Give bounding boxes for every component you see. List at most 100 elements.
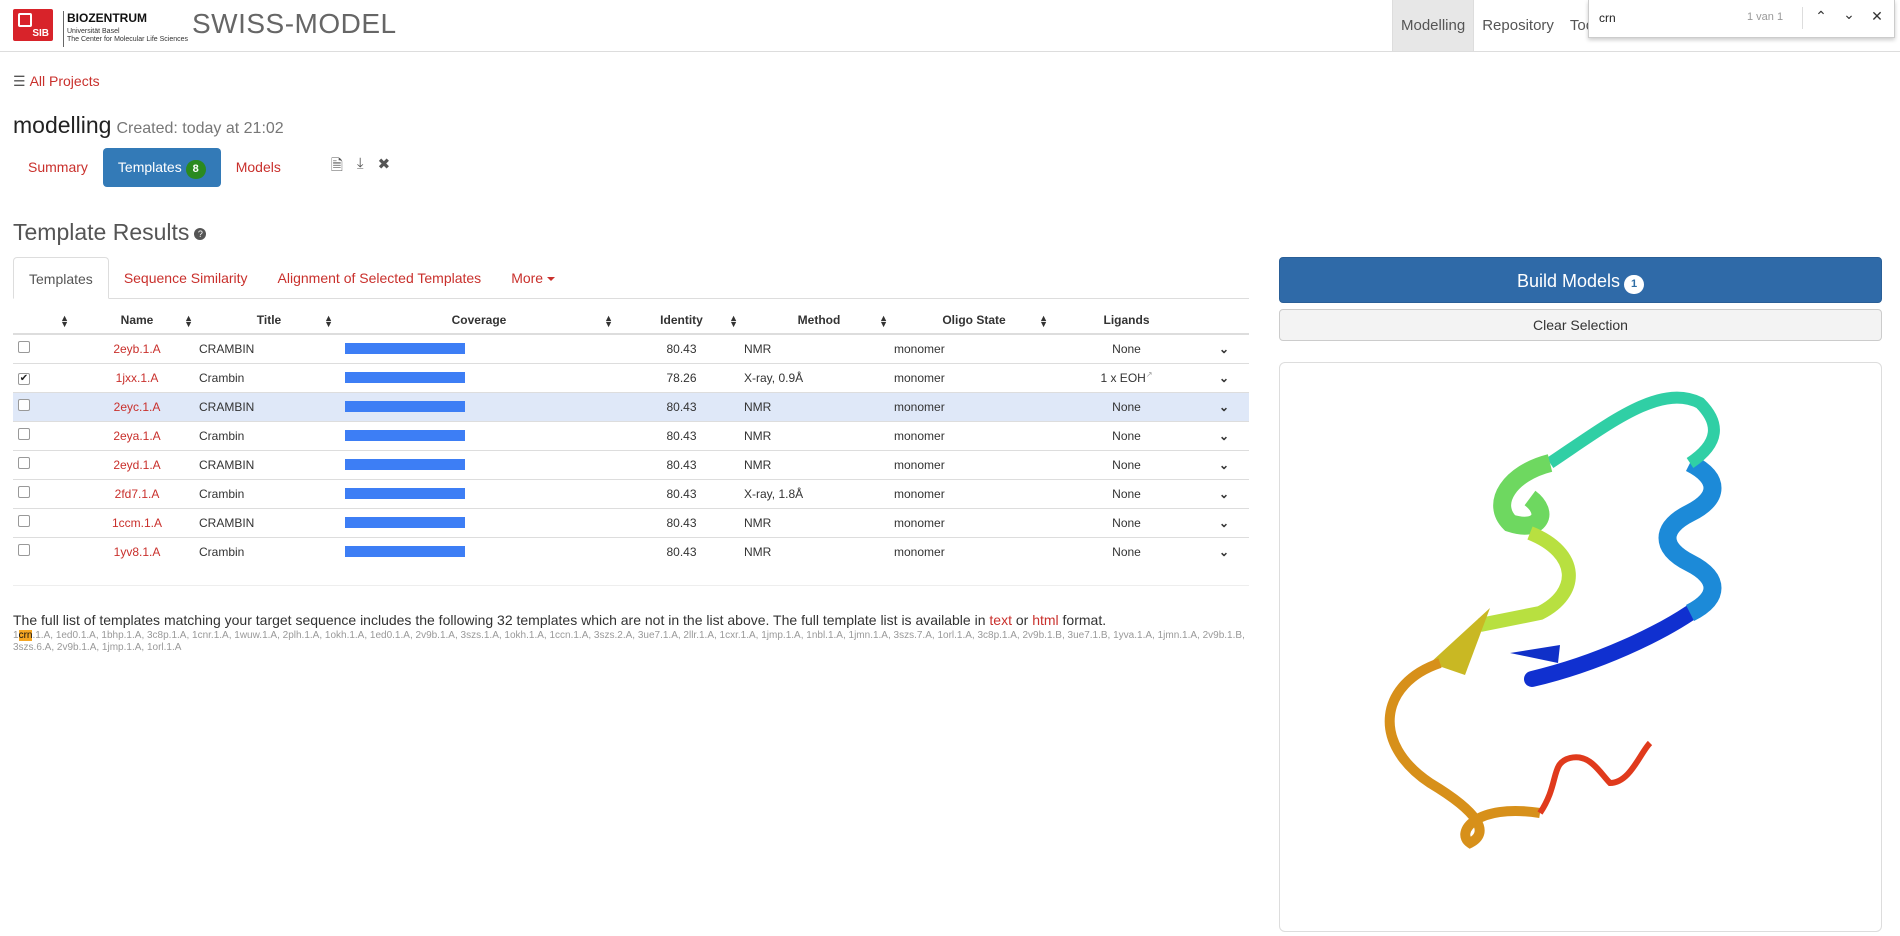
- col-title-label: Title: [256, 312, 282, 327]
- ligands-value: None: [1112, 428, 1141, 443]
- subtab-templates[interactable]: Templates: [13, 257, 109, 299]
- sort-icon: ▲ ▼: [184, 313, 193, 329]
- templates-table-body: 2eyb.1.A CRAMBIN 80.43 NMR monomer None ⌄ ✔ 1jxx…: [13, 333, 1249, 566]
- template-name-link[interactable]: 1yv8.1.A: [75, 536, 199, 566]
- chevron-down-icon[interactable]: ⌄: [1219, 429, 1229, 443]
- oligo-state-value: monomer: [894, 391, 1054, 421]
- subtab-more[interactable]: More: [496, 257, 570, 299]
- template-footnote: The full list of templates matching your…: [13, 585, 1249, 654]
- table-row[interactable]: 2fd7.1.A Crambin 80.43 X-ray, 1.8Å monomer No…: [13, 478, 1249, 508]
- chevron-down-icon[interactable]: ⌄: [1219, 458, 1229, 472]
- row-checkbox[interactable]: ✔: [18, 373, 30, 385]
- coverage-cell: [339, 536, 619, 566]
- identity-value: 78.26: [619, 362, 744, 392]
- col-name[interactable]: Name ▲ ▼: [75, 306, 199, 335]
- chevron-down-icon[interactable]: ⌄: [1219, 516, 1229, 530]
- build-count-badge: 1: [1624, 275, 1645, 294]
- all-projects-label: All Projects: [29, 73, 100, 89]
- template-name-link[interactable]: 1ccm.1.A: [75, 507, 199, 537]
- chevron-down-icon[interactable]: ⌄: [1219, 487, 1229, 501]
- coverage-bar: [345, 401, 465, 412]
- coverage-bar: [345, 517, 465, 528]
- external-link-icon[interactable]: ↗: [1146, 370, 1153, 379]
- table-row[interactable]: 2eya.1.A Crambin 80.43 NMR monomer None ⌄: [13, 420, 1249, 450]
- row-checkbox[interactable]: [18, 457, 30, 469]
- oligo-state-value: monomer: [894, 449, 1054, 479]
- find-next-icon[interactable]: ⌄: [1839, 6, 1859, 23]
- table-row[interactable]: 2eyc.1.A CRAMBIN 80.43 NMR monomer None ⌄: [13, 391, 1249, 421]
- main-nav: Modelling Repository Tool: [1392, 0, 1605, 51]
- ligands-value: None: [1112, 399, 1141, 414]
- text-format-link[interactable]: text: [989, 612, 1012, 628]
- table-row[interactable]: ✔ 1jxx.1.A Crambin 78.26 X-ray, 0.9Å monomer 1…: [13, 362, 1249, 392]
- subtab-alignment[interactable]: Alignment of Selected Templates: [263, 257, 497, 299]
- table-row[interactable]: 2eyd.1.A CRAMBIN 80.43 NMR monomer None ⌄: [13, 449, 1249, 479]
- find-prev-icon[interactable]: ⌃: [1811, 8, 1831, 25]
- col-identity-label: Identity: [660, 312, 703, 327]
- col-select[interactable]: ▲ ▼: [13, 306, 75, 335]
- row-checkbox[interactable]: [18, 341, 30, 354]
- clear-selection-button[interactable]: Clear Selection: [1279, 309, 1882, 341]
- chevron-down-icon[interactable]: ⌄: [1219, 400, 1229, 414]
- row-checkbox[interactable]: [18, 515, 30, 527]
- find-divider: [1802, 7, 1803, 29]
- chevron-down-icon[interactable]: ⌄: [1219, 371, 1229, 385]
- file-icon[interactable]: 🗎: [331, 155, 343, 180]
- table-row[interactable]: 2eyb.1.A CRAMBIN 80.43 NMR monomer None ⌄: [13, 333, 1249, 363]
- col-title[interactable]: Title ▲ ▼: [199, 306, 339, 335]
- template-name-link[interactable]: 2eyd.1.A: [75, 449, 199, 479]
- build-models-button[interactable]: Build Models 1: [1279, 257, 1882, 303]
- structure-viewer[interactable]: [1279, 362, 1882, 932]
- col-method-label: Method: [797, 312, 841, 327]
- delete-icon[interactable]: ✖: [378, 155, 391, 180]
- coverage-cell: [339, 449, 619, 479]
- col-identity[interactable]: Identity ▲ ▼: [619, 306, 744, 335]
- template-name-link[interactable]: 1jxx.1.A: [75, 362, 199, 392]
- ligands-cell: None: [1054, 333, 1199, 363]
- col-ligands[interactable]: Ligands: [1054, 306, 1199, 335]
- col-oligo-state[interactable]: Oligo State ▲ ▼: [894, 306, 1054, 335]
- help-icon[interactable]: ?: [194, 227, 207, 240]
- ligands-value: None: [1112, 457, 1141, 472]
- row-checkbox[interactable]: [18, 399, 30, 411]
- find-input[interactable]: crn: [1599, 11, 1616, 25]
- project-title: modelling Created: today at 21:02: [13, 112, 284, 139]
- html-format-link[interactable]: html: [1032, 612, 1058, 628]
- template-title: CRAMBIN: [199, 449, 339, 479]
- tab-models[interactable]: Models: [221, 148, 296, 187]
- template-name-link[interactable]: 2eyb.1.A: [75, 333, 199, 363]
- template-name-link[interactable]: 2eyc.1.A: [75, 391, 199, 421]
- ligands-cell: None: [1054, 478, 1199, 508]
- template-name-link[interactable]: 2eya.1.A: [75, 420, 199, 450]
- subtab-sequence-similarity[interactable]: Sequence Similarity: [109, 257, 263, 299]
- table-row[interactable]: 1yv8.1.A Crambin 80.43 NMR monomer None ⌄: [13, 536, 1249, 566]
- template-name-link[interactable]: 2fd7.1.A: [75, 478, 199, 508]
- download-icon[interactable]: ⤓: [357, 155, 364, 180]
- sib-logo[interactable]: SIB: [13, 9, 53, 41]
- tab-templates[interactable]: Templates 8: [102, 148, 221, 187]
- ligands-cell: None: [1054, 420, 1199, 450]
- coverage-bar: [345, 430, 465, 441]
- table-row[interactable]: 1ccm.1.A CRAMBIN 80.43 NMR monomer None ⌄: [13, 507, 1249, 537]
- biozentrum-logo[interactable]: BIOZENTRUM Universität Basel The Center …: [63, 11, 188, 47]
- row-checkbox[interactable]: [18, 544, 30, 557]
- row-checkbox-cell: [13, 507, 75, 537]
- find-close-icon[interactable]: ✕: [1867, 8, 1887, 25]
- row-checkbox[interactable]: [18, 428, 30, 440]
- oligo-state-value: monomer: [894, 420, 1054, 450]
- identity-value: 80.43: [619, 507, 744, 537]
- brand-title[interactable]: SWISS-MODEL: [192, 8, 397, 40]
- ligands-cell: None: [1054, 536, 1199, 566]
- col-method[interactable]: Method ▲ ▼: [744, 306, 894, 335]
- project-tools: 🗎 ⤓ ✖: [331, 155, 390, 180]
- sort-icon: ▲ ▼: [60, 313, 69, 329]
- row-checkbox[interactable]: [18, 486, 30, 498]
- tab-summary[interactable]: Summary: [13, 148, 103, 187]
- nav-repository[interactable]: Repository: [1474, 0, 1562, 51]
- chevron-down-icon[interactable]: ⌄: [1219, 545, 1229, 559]
- col-coverage[interactable]: Coverage ▲ ▼: [339, 306, 619, 335]
- chevron-down-icon[interactable]: ⌄: [1219, 342, 1229, 356]
- biozentrum-subtitle-2: The Center for Molecular Life Sciences: [67, 36, 188, 43]
- nav-modelling[interactable]: Modelling: [1392, 0, 1475, 51]
- all-projects-link[interactable]: ☰ All Projects: [13, 73, 100, 90]
